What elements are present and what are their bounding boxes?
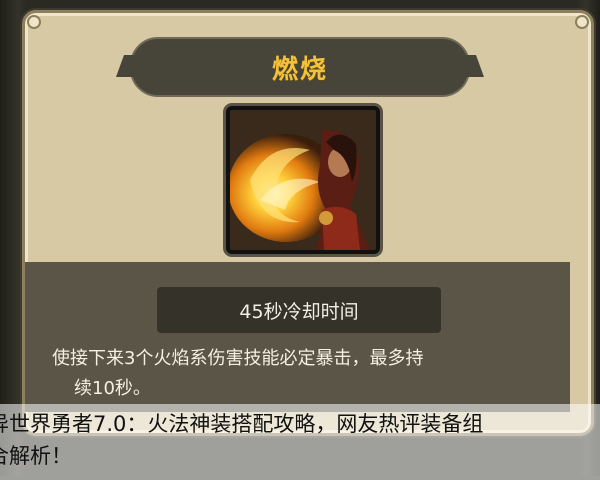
skill-description: 使接下来3个火焰系伤害技能必定暴击，最多持 续10秒。 — [52, 344, 572, 404]
description-line-1: 使接下来3个火焰系伤害技能必定暴击，最多持 — [52, 348, 424, 369]
description-line-2: 续10秒。 — [74, 378, 151, 399]
fire-swirl-mage-icon[interactable] — [226, 106, 380, 254]
corner-ornament — [575, 15, 589, 29]
corner-ornament — [27, 15, 41, 29]
cooldown-text: 45秒冷却时间 — [239, 300, 359, 323]
article-caption: 异世界勇者7.0：火法神装搭配攻略，网友热评装备组 合解析！ — [0, 404, 600, 480]
skill-title: 燃烧 — [271, 54, 328, 85]
caption-line-1: 异世界勇者7.0：火法神装搭配攻略，网友热评装备组 — [0, 412, 484, 436]
caption-line-2: 合解析！ — [0, 444, 72, 468]
cooldown-badge: 45秒冷却时间 — [157, 287, 441, 333]
skill-title-banner: 燃烧 — [115, 37, 485, 97]
